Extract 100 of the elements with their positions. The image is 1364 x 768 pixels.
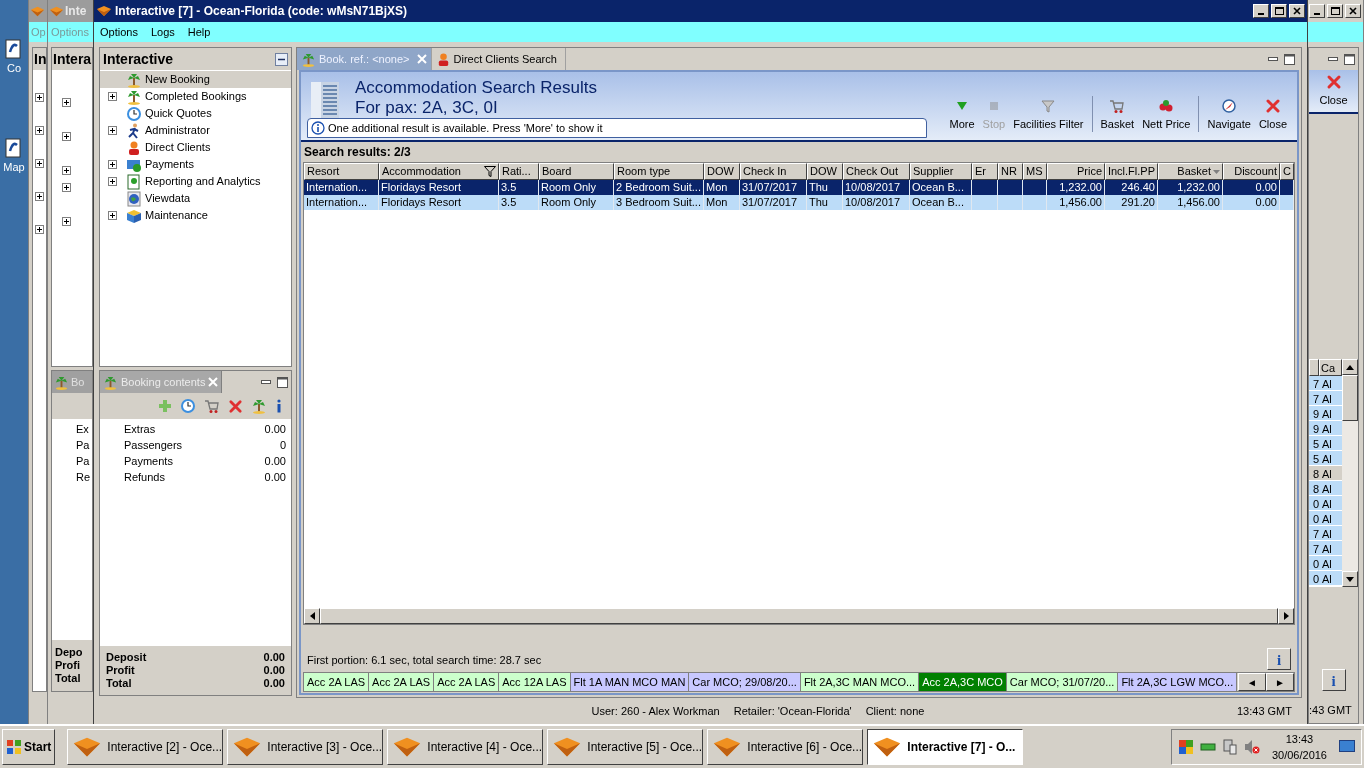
column-header[interactable]: Check In xyxy=(740,163,807,180)
column-header[interactable]: Basket xyxy=(1158,163,1223,180)
expand-toggle[interactable] xyxy=(35,192,44,201)
info-icon[interactable] xyxy=(275,399,283,413)
column-header[interactable]: Accommodation xyxy=(379,163,499,180)
table-row[interactable]: 5 Al xyxy=(1309,451,1342,466)
column-header[interactable]: Discount xyxy=(1223,163,1280,180)
close-button[interactable] xyxy=(1289,4,1305,18)
expand-toggle[interactable] xyxy=(35,126,44,135)
table-row[interactable]: 9 Al xyxy=(1309,406,1342,421)
scroll-thumb[interactable] xyxy=(1342,375,1358,421)
expand-toggle[interactable] xyxy=(62,132,71,141)
component-chip[interactable]: Flt 2A,3C LGW MCO... xyxy=(1118,673,1238,691)
component-chip[interactable]: Car MCO; 29/08/20... xyxy=(689,673,801,691)
minimize-button[interactable] xyxy=(1253,4,1269,18)
column-header[interactable]: Price xyxy=(1047,163,1105,180)
minimize-icon[interactable] xyxy=(1328,56,1338,62)
minimize-button[interactable] xyxy=(1309,4,1325,18)
column-header[interactable]: Board xyxy=(539,163,614,180)
column-header[interactable]: Check Out xyxy=(843,163,910,180)
component-chip[interactable]: Acc 2A,3C MCO xyxy=(919,673,1007,691)
collapse-all-icon[interactable] xyxy=(275,52,288,66)
tree-item[interactable]: Payments xyxy=(100,156,291,173)
component-chip[interactable]: Acc 2A LAS xyxy=(304,673,370,691)
menu-item[interactable]: Options xyxy=(100,23,138,41)
maximize-button[interactable] xyxy=(1327,4,1343,18)
desktop-shortcut-icon[interactable] xyxy=(4,136,24,159)
expand-toggle[interactable] xyxy=(62,98,71,107)
toolbar-button[interactable]: More xyxy=(945,97,979,132)
toolbar-button[interactable]: Facilities Filter xyxy=(1009,97,1088,132)
filter-icon[interactable] xyxy=(484,166,496,177)
column-header[interactable]: Er xyxy=(972,163,998,180)
table-row[interactable]: 0 Al xyxy=(1309,556,1342,571)
show-desktop-icon[interactable] xyxy=(1339,740,1355,754)
desktop-shortcut-icon[interactable] xyxy=(4,38,24,60)
expand-toggle[interactable] xyxy=(107,211,117,220)
column-header[interactable]: Supplier xyxy=(910,163,972,180)
close-button[interactable] xyxy=(1345,4,1361,18)
expand-toggle[interactable] xyxy=(107,177,117,186)
taskbar-button[interactable]: Interactive [4] - Oce... xyxy=(387,729,544,765)
table-row[interactable]: 7 Al xyxy=(1309,391,1342,406)
table-row[interactable]: 9 Al xyxy=(1309,421,1342,436)
maximize-icon[interactable] xyxy=(1284,53,1295,65)
expand-toggle[interactable] xyxy=(62,217,71,226)
right-arrow-icon[interactable] xyxy=(1283,612,1289,620)
column-header[interactable]: Rati... xyxy=(499,163,539,180)
taskbar-button[interactable]: Interactive [3] - Oce... xyxy=(227,729,384,765)
column-header[interactable] xyxy=(1309,359,1319,376)
info-button[interactable]: i xyxy=(1321,669,1346,691)
menu-item[interactable]: Logs xyxy=(150,23,175,41)
toolbar-button[interactable]: Navigate xyxy=(1203,97,1255,132)
column-header[interactable]: DOW xyxy=(704,163,740,180)
info-button[interactable]: i xyxy=(1267,648,1291,670)
taskbar-button[interactable]: Interactive [6] - Oce... xyxy=(707,729,864,765)
table-row[interactable]: 0 Al xyxy=(1309,496,1342,511)
component-chip[interactable]: Flt 2A,3C MAN MCO... xyxy=(800,673,920,691)
toolbar-button[interactable]: Nett Price xyxy=(1138,97,1195,132)
vertical-scrollbar[interactable] xyxy=(1342,359,1358,587)
expand-toggle[interactable] xyxy=(107,160,117,169)
column-header[interactable]: C xyxy=(1280,163,1294,180)
result-row[interactable]: Internation... Floridays Resort 3.5 Room Only 3 Bedroom Suit... Mon 31/07/2017 Thu 10/08/2017 Ocean B... 1,456.00 291.20 1,456.00 0.00 xyxy=(304,195,1294,210)
expand-toggle[interactable] xyxy=(35,93,44,102)
expand-toggle[interactable] xyxy=(35,225,44,234)
computer-icon[interactable] xyxy=(1221,739,1238,755)
clock-date[interactable]: 30/06/2016 xyxy=(1271,747,1327,764)
maximize-icon[interactable] xyxy=(1344,53,1355,65)
taskbar-button[interactable]: Interactive [7] - O... xyxy=(867,729,1024,765)
toolbar-button[interactable]: Basket xyxy=(1096,97,1139,132)
table-row[interactable]: 0 Al xyxy=(1309,511,1342,526)
flag-icon[interactable] xyxy=(1177,739,1194,755)
tree-item[interactable]: Quick Quotes xyxy=(100,105,291,122)
result-row[interactable]: Internation... Floridays Resort 3.5 Room Only 2 Bedroom Suit... Mon 31/07/2017 Thu 10/08/2017 Ocean B... 1,232.00 246.40 1,232.00 0.00 xyxy=(304,180,1294,195)
desktop-icon-label[interactable]: Co xyxy=(6,60,22,77)
taskbar-button[interactable]: Interactive [5] - Oce... xyxy=(547,729,704,765)
table-row[interactable]: 8 Al xyxy=(1309,481,1342,496)
component-chip[interactable]: Acc 2A LAS xyxy=(369,673,435,691)
component-chip[interactable]: Acc 2A LAS xyxy=(434,673,500,691)
column-header[interactable]: Resort xyxy=(304,163,379,180)
clock-time[interactable]: 13:43 xyxy=(1285,730,1314,747)
tree-item[interactable]: Reporting and Analytics xyxy=(100,173,291,190)
column-header[interactable]: Incl.Fl.PP xyxy=(1105,163,1158,180)
left-arrow-icon[interactable] xyxy=(309,612,315,620)
expand-toggle[interactable] xyxy=(107,126,117,135)
desktop-icon-label[interactable]: Map xyxy=(3,158,25,175)
component-chip[interactable]: Car MCO; 31/07/20... xyxy=(1006,673,1119,691)
column-header[interactable]: MS xyxy=(1023,163,1047,180)
down-arrow-icon[interactable] xyxy=(1346,576,1354,582)
start-button[interactable]: Start xyxy=(2,729,56,765)
up-arrow-icon[interactable] xyxy=(1346,364,1354,370)
expand-toggle[interactable] xyxy=(62,183,71,192)
expand-toggle[interactable] xyxy=(62,166,71,175)
table-row[interactable]: 7 Al xyxy=(1309,526,1342,541)
horizontal-scrollbar[interactable] xyxy=(304,608,1294,624)
tree-item[interactable]: Completed Bookings xyxy=(100,88,291,105)
tree-item[interactable]: Direct Clients xyxy=(100,139,291,156)
table-row[interactable]: 8 Al xyxy=(1309,466,1342,481)
nav-button[interactable]: ◄ xyxy=(1238,673,1266,691)
expand-toggle[interactable] xyxy=(35,159,44,168)
tree-item[interactable]: Viewdata xyxy=(100,190,291,207)
tree-item[interactable]: Administrator xyxy=(100,122,291,139)
